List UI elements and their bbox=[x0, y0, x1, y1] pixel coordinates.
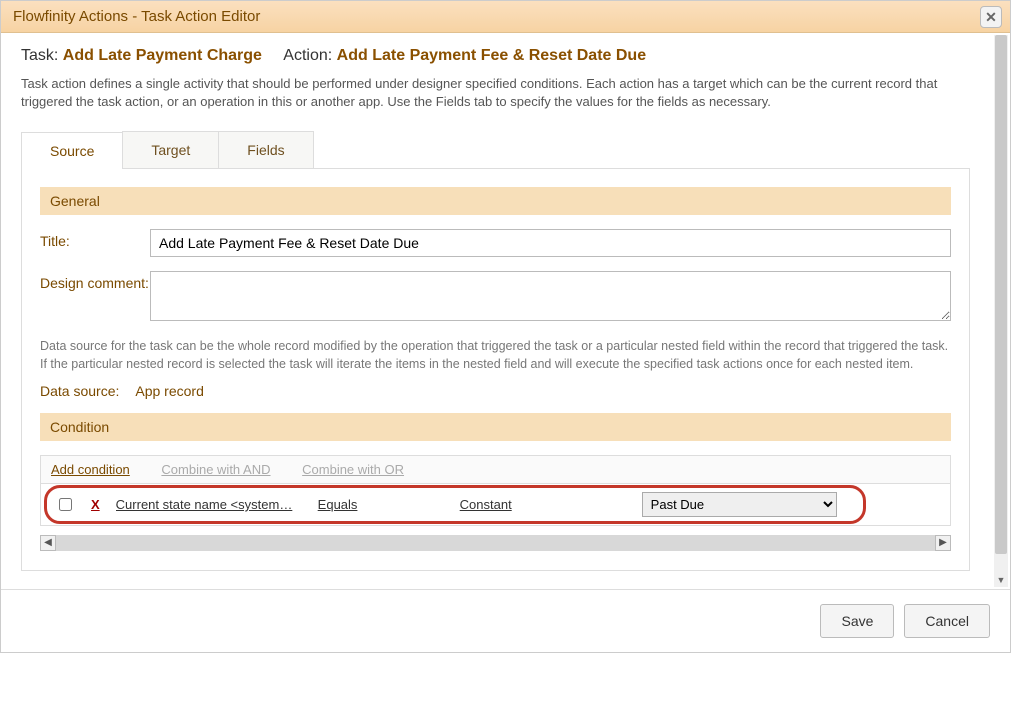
datasource-label: Data source: bbox=[40, 383, 119, 399]
condition-row-container: X Current state name <system… Equals Con… bbox=[40, 484, 951, 526]
scrollbar-thumb[interactable] bbox=[995, 35, 1007, 554]
close-icon: ✕ bbox=[985, 9, 997, 26]
hscroll-track[interactable] bbox=[56, 535, 935, 551]
header-line: Task: Add Late Payment Charge Action: Ad… bbox=[21, 47, 970, 65]
comment-label: Design comment: bbox=[40, 271, 150, 324]
dialog-title-bar: Flowfinity Actions - Task Action Editor … bbox=[1, 1, 1010, 33]
cancel-button[interactable]: Cancel bbox=[904, 604, 990, 638]
tab-fields[interactable]: Fields bbox=[218, 131, 313, 168]
title-label: Title: bbox=[40, 229, 150, 257]
save-button[interactable]: Save bbox=[820, 604, 894, 638]
scroll-left-arrow-icon: ◀ bbox=[40, 535, 56, 551]
design-comment-textarea[interactable] bbox=[150, 271, 951, 321]
task-name: Add Late Payment Charge bbox=[63, 47, 262, 64]
task-action-editor-dialog: Flowfinity Actions - Task Action Editor … bbox=[0, 0, 1011, 653]
scroll-right-arrow-icon: ▶ bbox=[935, 535, 951, 551]
task-label: Task: bbox=[21, 47, 58, 64]
condition-operator-link[interactable]: Equals bbox=[318, 497, 448, 512]
condition-field-link[interactable]: Current state name <system… bbox=[116, 497, 306, 512]
scroll-down-arrow-icon: ▼ bbox=[995, 575, 1007, 587]
dialog-body: Task: Add Late Payment Charge Action: Ad… bbox=[1, 33, 990, 589]
horizontal-scrollbar[interactable]: ◀ ▶ bbox=[40, 534, 951, 552]
dialog-title: Flowfinity Actions - Task Action Editor bbox=[13, 8, 260, 25]
comment-row: Design comment: bbox=[40, 271, 951, 324]
condition-value-select[interactable]: Past Due bbox=[642, 492, 837, 517]
condition-valuetype-link[interactable]: Constant bbox=[460, 497, 630, 512]
title-row: Title: bbox=[40, 229, 951, 257]
tab-row: Source Target Fields bbox=[21, 131, 970, 169]
tab-target[interactable]: Target bbox=[122, 131, 219, 168]
remove-condition-button[interactable]: X bbox=[91, 497, 100, 512]
condition-section-header: Condition bbox=[40, 413, 951, 441]
general-section-header: General bbox=[40, 187, 951, 215]
title-input[interactable] bbox=[150, 229, 951, 257]
condition-row: X Current state name <system… Equals Con… bbox=[47, 488, 944, 521]
dialog-footer: Save Cancel bbox=[1, 589, 1010, 652]
content-scroll-area: ▲ ▼ Task: Add Late Payment Charge Action… bbox=[1, 33, 1010, 589]
condition-toolbar: Add condition Combine with AND Combine w… bbox=[40, 455, 951, 484]
add-condition-link[interactable]: Add condition bbox=[51, 462, 130, 477]
vertical-scrollbar[interactable]: ▲ ▼ bbox=[994, 35, 1008, 587]
datasource-help-text: Data source for the task can be the whol… bbox=[40, 338, 951, 373]
close-button[interactable]: ✕ bbox=[980, 6, 1002, 28]
combine-or-link: Combine with OR bbox=[302, 462, 404, 477]
datasource-value: App record bbox=[135, 383, 203, 399]
combine-and-link: Combine with AND bbox=[161, 462, 270, 477]
action-name: Add Late Payment Fee & Reset Date Due bbox=[337, 47, 646, 64]
action-label: Action: bbox=[283, 47, 332, 64]
tab-source[interactable]: Source bbox=[21, 132, 123, 169]
source-panel: General Title: Design comment: Data sour… bbox=[21, 169, 970, 571]
condition-row-checkbox[interactable] bbox=[59, 498, 72, 511]
datasource-row: Data source: App record bbox=[40, 383, 951, 399]
header-description: Task action defines a single activity th… bbox=[21, 75, 970, 111]
